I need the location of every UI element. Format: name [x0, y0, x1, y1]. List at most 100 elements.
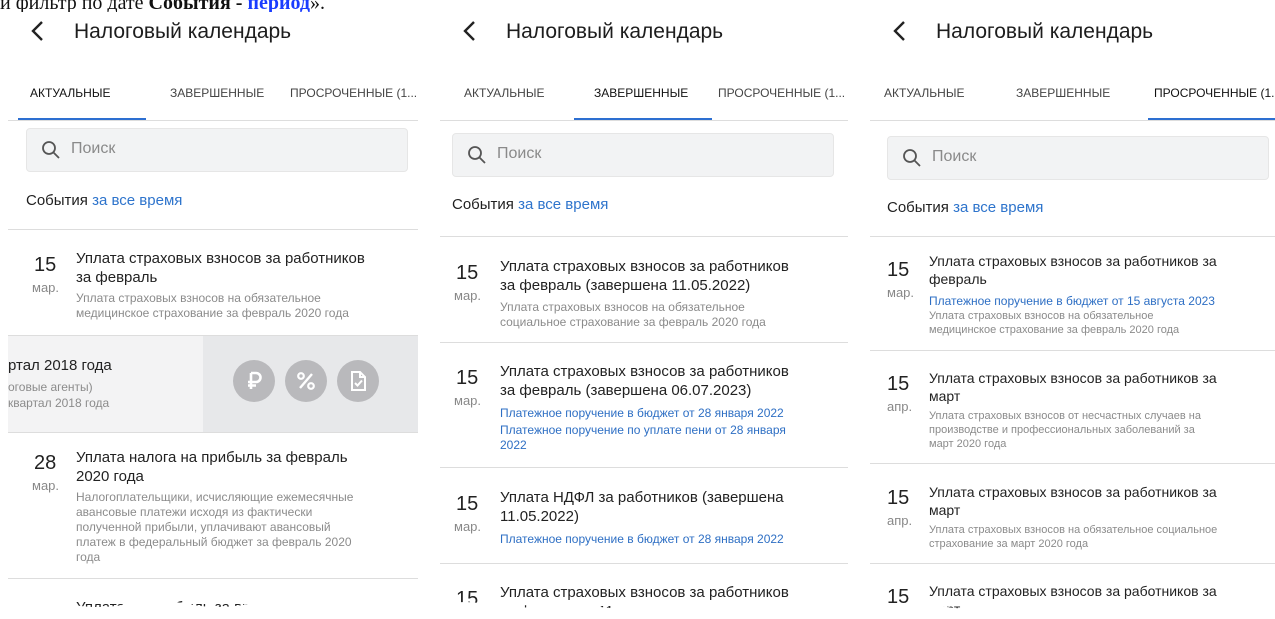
event-day: 15	[456, 367, 479, 389]
event-description: авансовые платежи исходя из фактически	[76, 505, 313, 519]
search-icon	[41, 140, 61, 160]
tab-overdue[interactable]: ПРОСРОЧЕННЫЕ (1...	[1154, 86, 1275, 100]
penalty-payment-link[interactable]: 2022	[500, 438, 527, 453]
search-input[interactable]: Поиск	[452, 133, 834, 177]
divider	[8, 432, 418, 433]
tab-actual[interactable]: АКТУАЛЬНЫЕ	[884, 86, 964, 100]
page-title: Налоговый календарь	[74, 20, 292, 43]
tab-bar: АКТУАЛЬНЫЕ ЗАВЕРШЕННЫЕ ПРОСРОЧЕННЫЕ (1..…	[8, 74, 418, 121]
divider	[8, 578, 418, 579]
search-input[interactable]: Поиск	[26, 128, 408, 172]
events-filter: События за все время	[26, 192, 182, 209]
search-placeholder: Поиск	[497, 145, 542, 162]
tab-overdue[interactable]: ПРОСРОЧЕННЫЕ (1...	[718, 86, 845, 100]
tab-actual[interactable]: АКТУАЛЬНЫЕ	[464, 86, 544, 100]
event-description: медицинское страхование за февраль 2020 …	[929, 324, 1180, 336]
events-filter: События за все время	[452, 196, 608, 213]
divider	[8, 120, 418, 121]
event-description: Уплата страховых взносов на обязательное	[929, 310, 1154, 322]
event-description: полученной прибыли, уплачивают авансовый	[76, 520, 331, 534]
ruble-icon[interactable]	[233, 360, 275, 402]
penalty-payment-link[interactable]: Платежное поручение по уплате пени от 28…	[500, 423, 786, 438]
divider	[870, 120, 1275, 121]
divider	[440, 236, 848, 237]
screen-actual: Налоговый календарь АКТУАЛЬНЫЕ ЗАВЕРШЕНН…	[8, 12, 418, 612]
event-month: мар.	[32, 478, 60, 493]
tab-completed[interactable]: ЗАВЕРШЕННЫЕ	[594, 86, 688, 100]
event-title: 2020 года	[76, 468, 144, 485]
event-month: мар.	[887, 285, 915, 300]
divider	[870, 236, 1275, 237]
tab-completed[interactable]: ЗАВЕРШЕННЫЕ	[170, 86, 264, 100]
event-title: Уплата налога на прибыль за февраль	[76, 449, 348, 466]
divider	[440, 342, 848, 343]
document-check-icon[interactable]	[337, 360, 379, 402]
event-description: март 2020 года	[929, 438, 1007, 450]
divider	[8, 229, 418, 230]
payment-order-link[interactable]: Платежное поручение в бюджет от 28 январ…	[500, 406, 784, 421]
filter-label: События	[887, 199, 949, 216]
torn-edge	[870, 603, 1275, 612]
screen-completed: Налоговый календарь АКТУАЛЬНЫЕ ЗАВЕРШЕНН…	[440, 12, 848, 612]
filter-label: События	[26, 192, 88, 209]
divider	[870, 563, 1275, 564]
payment-order-link[interactable]: Платежное поручение в бюджет от 28 январ…	[500, 532, 784, 547]
event-title: март	[929, 502, 961, 518]
event-description: медицинское страхование за февраль 2020 …	[76, 306, 349, 320]
event-description: года	[76, 550, 101, 564]
screen-overdue: Налоговый календарь АКТУАЛЬНЫЕ ЗАВЕРШЕНН…	[870, 12, 1275, 612]
tab-overdue[interactable]: ПРОСРОЧЕННЫЕ (1...	[290, 86, 417, 100]
event-day: 15	[34, 254, 57, 276]
payment-order-link[interactable]: Платежное поручение в бюджет от 15 авгус…	[929, 294, 1215, 309]
divider	[440, 467, 848, 468]
filter-period-link[interactable]: за все время	[92, 192, 182, 209]
event-day: 15	[456, 493, 479, 515]
event-description: квартал 2018 года	[8, 396, 110, 410]
torn-edge	[440, 602, 848, 612]
swipe-actions	[203, 336, 418, 432]
event-day: 15	[887, 487, 910, 509]
filter-label: События	[452, 196, 514, 213]
event-day: 15	[887, 259, 910, 281]
event-description: Уплата страховых взносов от несчастных с…	[929, 410, 1201, 422]
page-title: Налоговый календарь	[936, 20, 1154, 43]
chevron-left-icon[interactable]	[30, 20, 46, 42]
event-description: Уплата страховых взносов на обязательное	[76, 291, 321, 305]
page-title: Налоговый календарь	[506, 20, 724, 43]
search-input[interactable]: Поиск	[887, 136, 1269, 180]
events-filter: События за все время	[887, 199, 1043, 216]
chevron-left-icon[interactable]	[462, 20, 478, 42]
swiped-event-row[interactable]: ртал 2018 года оговые агенты) квартал 20…	[8, 336, 418, 432]
event-title: март	[929, 388, 961, 404]
search-icon	[467, 145, 487, 165]
app-bar: Налоговый календарь	[870, 12, 1275, 54]
event-title: за февраль (завершена 06.07.2023)	[500, 382, 752, 399]
search-placeholder: Поиск	[932, 148, 977, 165]
percent-icon[interactable]	[285, 360, 327, 402]
event-month: мар.	[454, 519, 482, 534]
event-title: Уплата страховых взносов за работников	[500, 258, 789, 275]
event-description: Налогоплательщики, исчисляющие ежемесячн…	[76, 490, 354, 504]
event-day: 28	[34, 452, 57, 474]
event-title: февраль	[929, 271, 987, 287]
filter-period-link[interactable]: за все время	[518, 196, 608, 213]
divider	[440, 120, 848, 121]
event-description: платеж в федеральный бюджет за февраль 2…	[76, 535, 352, 549]
event-month: мар.	[32, 280, 60, 295]
event-title: ртал 2018 года	[8, 357, 112, 374]
event-month: апр.	[887, 513, 913, 528]
event-description: Уплата страховых взносов на обязательное	[500, 300, 745, 314]
search-placeholder: Поиск	[71, 140, 116, 157]
event-title: Уплата НДФЛ за работников (завершена	[500, 489, 784, 506]
event-month: мар.	[454, 288, 482, 303]
app-bar: Налоговый календарь	[440, 12, 848, 54]
divider	[870, 350, 1275, 351]
filter-period-link[interactable]: за все время	[953, 199, 1043, 216]
app-bar: Налоговый календарь	[8, 12, 418, 54]
tab-completed[interactable]: ЗАВЕРШЕННЫЕ	[1016, 86, 1110, 100]
tab-bar: АКТУАЛЬНЫЕ ЗАВЕРШЕННЫЕ ПРОСРОЧЕННЫЕ (1..…	[440, 74, 848, 121]
chevron-left-icon[interactable]	[892, 20, 908, 42]
event-title: за февраль (завершена 11.05.2022)	[500, 277, 751, 294]
tab-actual[interactable]: АКТУАЛЬНЫЕ	[30, 86, 110, 100]
search-icon	[902, 148, 922, 168]
